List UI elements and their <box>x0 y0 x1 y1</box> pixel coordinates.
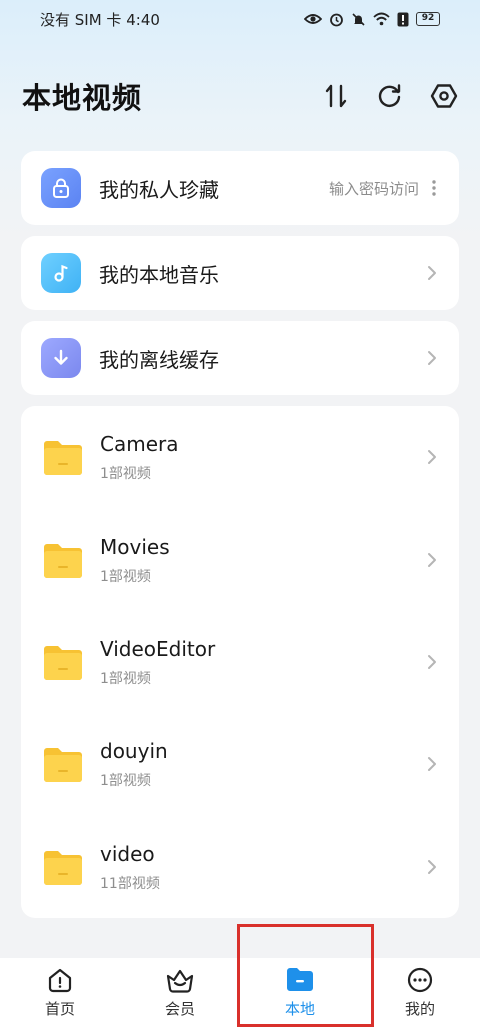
chevron-right-icon <box>428 266 436 280</box>
offline-cache-label: 我的离线缓存 <box>99 347 219 372</box>
offline-cache-row[interactable]: 我的离线缓存 <box>21 321 459 395</box>
header-actions <box>322 82 458 110</box>
private-collection-card[interactable]: 我的私人珍藏 输入密码访问 <box>21 151 459 225</box>
local-music-label: 我的本地音乐 <box>99 262 219 287</box>
bottom-nav: 首页 会员 本地 我的 <box>0 958 480 1027</box>
status-bar: 没有 SIM 卡 4:40 92 <box>0 0 480 38</box>
nav-mine[interactable]: 我的 <box>360 966 480 1019</box>
folder-name: Movies <box>100 534 170 559</box>
chevron-right-icon <box>428 351 436 365</box>
alarm-icon <box>330 13 343 26</box>
chevron-right-icon <box>428 757 436 772</box>
crown-basket-icon <box>166 969 194 993</box>
download-icon <box>41 338 81 378</box>
offline-cache-card[interactable]: 我的离线缓存 <box>21 321 459 395</box>
nav-label: 我的 <box>404 1000 435 1018</box>
lock-icon <box>41 168 81 208</box>
nav-label: 首页 <box>44 1000 75 1018</box>
music-note-icon <box>41 253 81 293</box>
settings-hex-icon <box>430 84 458 108</box>
folder-item-douyin[interactable]: douyin 1部视频 <box>21 713 459 815</box>
refresh-button[interactable] <box>376 82 404 110</box>
sort-icon <box>325 84 347 108</box>
clock: 4:40 <box>126 10 160 29</box>
nav-home[interactable]: 首页 <box>0 966 120 1019</box>
mute-icon <box>352 12 365 26</box>
local-music-row[interactable]: 我的本地音乐 <box>21 236 459 310</box>
chevron-right-icon <box>428 859 436 874</box>
folder-icon <box>44 441 82 476</box>
folder-count: 1部视频 <box>100 773 151 790</box>
chevron-right-icon <box>428 552 436 567</box>
folder-count: 11部视频 <box>100 875 160 892</box>
folder-count: 1部视频 <box>100 568 151 585</box>
refresh-icon <box>378 84 401 107</box>
folder-name: video <box>100 841 155 866</box>
home-icon <box>48 968 72 993</box>
folder-item-videoeditor[interactable]: VideoEditor 1部视频 <box>21 611 459 713</box>
folder-name: VideoEditor <box>100 636 216 661</box>
folder-icon <box>44 645 82 680</box>
wifi-icon <box>373 12 390 26</box>
folder-item-movies[interactable]: Movies 1部视频 <box>21 508 459 610</box>
more-vertical-icon[interactable] <box>431 179 437 197</box>
nav-label: 本地 <box>284 1000 315 1018</box>
folder-name: douyin <box>100 739 168 764</box>
folder-icon <box>44 748 82 783</box>
folder-count: 1部视频 <box>100 670 151 687</box>
chevron-right-icon <box>428 654 436 669</box>
status-left: 没有 SIM 卡 4:40 <box>40 9 160 30</box>
password-hint: 输入密码访问 <box>328 179 419 198</box>
header: 本地视频 <box>0 70 480 122</box>
folder-name: Camera <box>100 432 179 457</box>
folder-icon <box>44 543 82 578</box>
folder-icon <box>44 850 82 885</box>
folder-count: 1部视频 <box>100 466 151 483</box>
alert-icon <box>397 12 409 26</box>
sort-button[interactable] <box>322 82 350 110</box>
status-icons: 92 <box>304 12 440 27</box>
nav-vip[interactable]: 会员 <box>120 966 240 1019</box>
local-music-card[interactable]: 我的本地音乐 <box>21 236 459 310</box>
folder-active-icon <box>287 968 313 991</box>
page-title: 本地视频 <box>22 81 143 115</box>
folder-item-video[interactable]: video 11部视频 <box>21 816 459 918</box>
eye-icon <box>304 14 322 24</box>
battery-indicator: 92 <box>416 12 440 26</box>
folder-list: Camera 1部视频 Movies 1部视频 VideoEditor 1部视频… <box>21 406 459 918</box>
chevron-right-icon <box>428 450 436 465</box>
nav-label: 会员 <box>164 1000 195 1018</box>
nav-local[interactable]: 本地 <box>240 966 360 1019</box>
settings-button[interactable] <box>430 82 458 110</box>
profile-dots-icon <box>407 967 433 993</box>
carrier-text: 没有 SIM 卡 <box>40 10 122 29</box>
private-collection-row[interactable]: 我的私人珍藏 输入密码访问 <box>21 151 459 225</box>
folder-item-camera[interactable]: Camera 1部视频 <box>21 406 459 508</box>
private-collection-label: 我的私人珍藏 <box>99 177 219 202</box>
